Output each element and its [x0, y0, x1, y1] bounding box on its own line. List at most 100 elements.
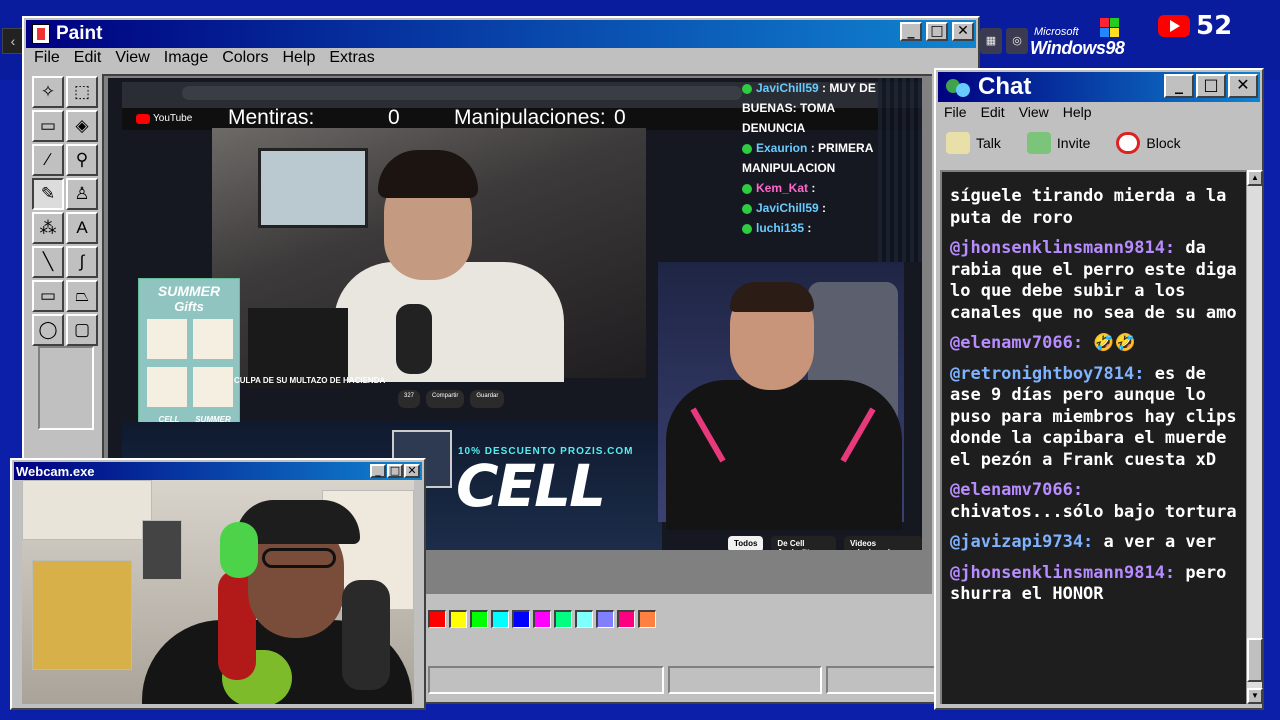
desktop-icon-2[interactable]: ◎	[1006, 28, 1028, 54]
curve-icon[interactable]: ∫	[66, 246, 98, 278]
poster	[32, 560, 132, 670]
status-cell-2	[668, 666, 822, 694]
gift-subtitle: Gifts	[174, 299, 204, 314]
chat-username[interactable]: @javizapi9734:	[950, 532, 1104, 552]
like-button[interactable]: 327	[398, 390, 421, 408]
menu-extras[interactable]: Extras	[329, 49, 374, 71]
color-swatch[interactable]	[533, 610, 551, 628]
chip-videos-relacionados[interactable]: Videos relacionados	[843, 536, 922, 550]
color-swatch[interactable]	[638, 610, 656, 628]
close-button[interactable]: ✕	[1228, 74, 1258, 98]
text-icon[interactable]: A	[66, 212, 98, 244]
chat-message: @elenamv7066: 🤣🤣	[942, 333, 1246, 355]
fill-bucket-icon[interactable]: ◈	[66, 110, 98, 142]
menu-help[interactable]: Help	[282, 49, 315, 71]
maximize-button[interactable]: □	[926, 22, 948, 41]
color-swatch[interactable]	[575, 610, 593, 628]
share-button[interactable]: Compartir	[426, 390, 465, 408]
maximize-button[interactable]: □	[1196, 74, 1226, 98]
chat-menu-help[interactable]: Help	[1063, 104, 1092, 120]
color-swatch[interactable]	[428, 610, 446, 628]
chat-scrollbar[interactable]: ▲ ▼	[1246, 170, 1263, 704]
magnifier-icon[interactable]: ⚲	[66, 144, 98, 176]
manipulaciones-value: 0	[614, 106, 626, 129]
menu-edit[interactable]: Edit	[74, 49, 102, 71]
tool-options[interactable]	[38, 346, 94, 430]
user-status-icon	[742, 223, 752, 234]
chat-titlebar[interactable]: Chat _ □ ✕	[938, 72, 1260, 102]
scroll-thumb[interactable]	[1247, 638, 1263, 682]
overlay-chat-line: MANIPULACION	[742, 158, 922, 178]
chat-text: síguele tirando mierda a la puta de roro	[950, 186, 1227, 228]
webcam-titlebar[interactable]: Webcam.exe _ □ ✕	[14, 462, 422, 480]
overlay-chat-line: Exaurion : PRIMERA	[742, 138, 922, 158]
color-swatch[interactable]	[491, 610, 509, 628]
rounded-rect-icon[interactable]: ▢	[66, 314, 98, 346]
minimize-button[interactable]: _	[900, 22, 922, 41]
talk-label: Talk	[976, 135, 1001, 151]
menu-view[interactable]: View	[115, 49, 149, 71]
chat-menu-view[interactable]: View	[1019, 104, 1049, 120]
youtube-actions: 327 Compartir Guardar	[398, 390, 660, 408]
user-status-icon	[742, 143, 752, 154]
chat-menu-edit[interactable]: Edit	[981, 104, 1005, 120]
scroll-up-button[interactable]: ▲	[1247, 170, 1263, 186]
desktop-left-icon[interactable]: ‹	[2, 28, 24, 54]
color-swatch[interactable]	[617, 610, 635, 628]
color-swatch[interactable]	[554, 610, 572, 628]
brush-icon[interactable]: ♙	[66, 178, 98, 210]
chip-de-cell-junior[interactable]: De Cell Junior™	[771, 536, 836, 550]
chat-message: @jhonsenklinsmann9814: da rabia que el p…	[942, 238, 1246, 324]
block-button[interactable]: Block	[1116, 132, 1181, 154]
pencil-icon[interactable]: ✎	[32, 178, 64, 210]
story-title: CULPA DE SU MULTAZO DE HACIENDA	[234, 376, 386, 385]
chat-text: a ver a ver	[1103, 532, 1217, 552]
airbrush-icon[interactable]: ⁂	[32, 212, 64, 244]
save-button[interactable]: Guardar	[470, 390, 505, 408]
minimize-button[interactable]: _	[1164, 74, 1194, 98]
color-swatch[interactable]	[596, 610, 614, 628]
line-icon[interactable]: ╲	[32, 246, 64, 278]
youtube-chips: Todos De Cell Junior™ Videos relacionado…	[728, 536, 922, 550]
desktop-icon-1[interactable]: ▦	[980, 28, 1002, 54]
maximize-button[interactable]: □	[387, 464, 403, 478]
invite-button[interactable]: Invite	[1026, 132, 1090, 154]
chat-people-icon	[944, 75, 974, 99]
talk-button[interactable]: Talk	[946, 132, 1001, 154]
minimize-button[interactable]: _	[370, 464, 386, 478]
polygon-icon[interactable]: ⏢	[66, 280, 98, 312]
user-status-icon	[742, 83, 752, 94]
guest-body	[666, 380, 902, 530]
close-button[interactable]: ✕	[952, 22, 974, 41]
paint-titlebar[interactable]: Paint _ □ ✕	[26, 20, 976, 48]
rect-select-icon[interactable]: ⬚	[66, 76, 98, 108]
chat-messages[interactable]: síguele tirando mierda a la puta de roro…	[940, 170, 1246, 704]
microphone	[396, 304, 432, 374]
chat-username[interactable]: @jhonsenklinsmann9814:	[950, 563, 1185, 583]
color-swatch[interactable]	[512, 610, 530, 628]
menu-image[interactable]: Image	[164, 49, 208, 71]
chat-menu-file[interactable]: File	[944, 104, 967, 120]
color-swatch[interactable]	[470, 610, 488, 628]
color-picker-icon[interactable]: ∕	[32, 144, 64, 176]
chat-username[interactable]: @retronightboy7814:	[950, 364, 1155, 384]
ellipse-icon[interactable]: ◯	[32, 314, 64, 346]
scroll-down-button[interactable]: ▼	[1247, 688, 1263, 704]
close-button[interactable]: ✕	[404, 464, 420, 478]
overlay-chat-user: Exaurion	[756, 141, 808, 155]
menu-file[interactable]: File	[34, 49, 60, 71]
guest-hair	[730, 282, 814, 312]
guest-camera	[658, 262, 904, 530]
chip-todos[interactable]: Todos	[728, 536, 764, 550]
color-palette	[428, 610, 656, 634]
chat-username[interactable]: @elenamv7066:	[950, 480, 1083, 500]
menu-colors[interactable]: Colors	[222, 49, 268, 71]
webcam-title: Webcam.exe	[16, 463, 95, 479]
overlay-chat-text: :	[822, 201, 827, 215]
rectangle-icon[interactable]: ▭	[32, 280, 64, 312]
eraser-icon[interactable]: ▭	[32, 110, 64, 142]
chat-username[interactable]: @jhonsenklinsmann9814:	[950, 238, 1185, 258]
free-select-icon[interactable]: ✧	[32, 76, 64, 108]
color-swatch[interactable]	[449, 610, 467, 628]
chat-username[interactable]: @elenamv7066:	[950, 333, 1093, 353]
